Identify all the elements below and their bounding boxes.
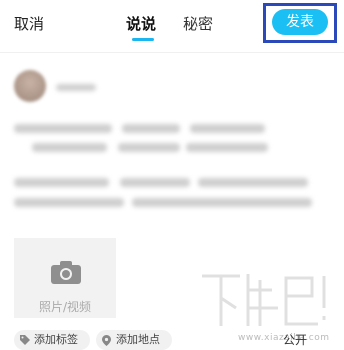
blurred-text-line <box>14 178 109 187</box>
avatar <box>14 70 46 102</box>
location-pin-icon <box>102 335 111 346</box>
blurred-text-line <box>122 124 180 133</box>
blurred-text-line <box>14 124 112 133</box>
visibility-selector[interactable]: 公开 <box>283 333 307 347</box>
blurred-text-line <box>132 198 312 207</box>
blurred-text-line <box>186 143 268 152</box>
add-tag-chip[interactable]: 添加标签 <box>14 330 90 350</box>
tab-secret[interactable]: 秘密 <box>183 14 213 34</box>
header-divider <box>0 52 344 53</box>
blurred-text-line <box>198 178 308 187</box>
add-photo-video-button[interactable]: 照片/视频 <box>14 238 116 318</box>
top-bar: 取消 说说 秘密 发表 <box>0 0 344 48</box>
blurred-text-line <box>14 198 124 207</box>
tag-icon <box>20 335 30 345</box>
blurred-text-line <box>190 124 265 133</box>
add-location-chip[interactable]: 添加地点 <box>96 330 172 350</box>
blurred-text-line <box>120 178 190 187</box>
active-tab-indicator <box>132 38 154 41</box>
add-tag-label: 添加标签 <box>34 333 78 346</box>
camera-icon <box>51 261 81 284</box>
publish-button[interactable]: 发表 <box>272 9 328 35</box>
username-blurred <box>56 84 96 91</box>
photo-video-label: 照片/视频 <box>38 300 92 314</box>
blurred-text-line <box>118 143 180 152</box>
blurred-text-line <box>32 143 107 152</box>
add-location-label: 添加地点 <box>116 333 160 346</box>
watermark-logo <box>202 274 326 326</box>
cancel-button[interactable]: 取消 <box>14 14 44 34</box>
tab-shuoshuo[interactable]: 说说 <box>126 14 156 34</box>
